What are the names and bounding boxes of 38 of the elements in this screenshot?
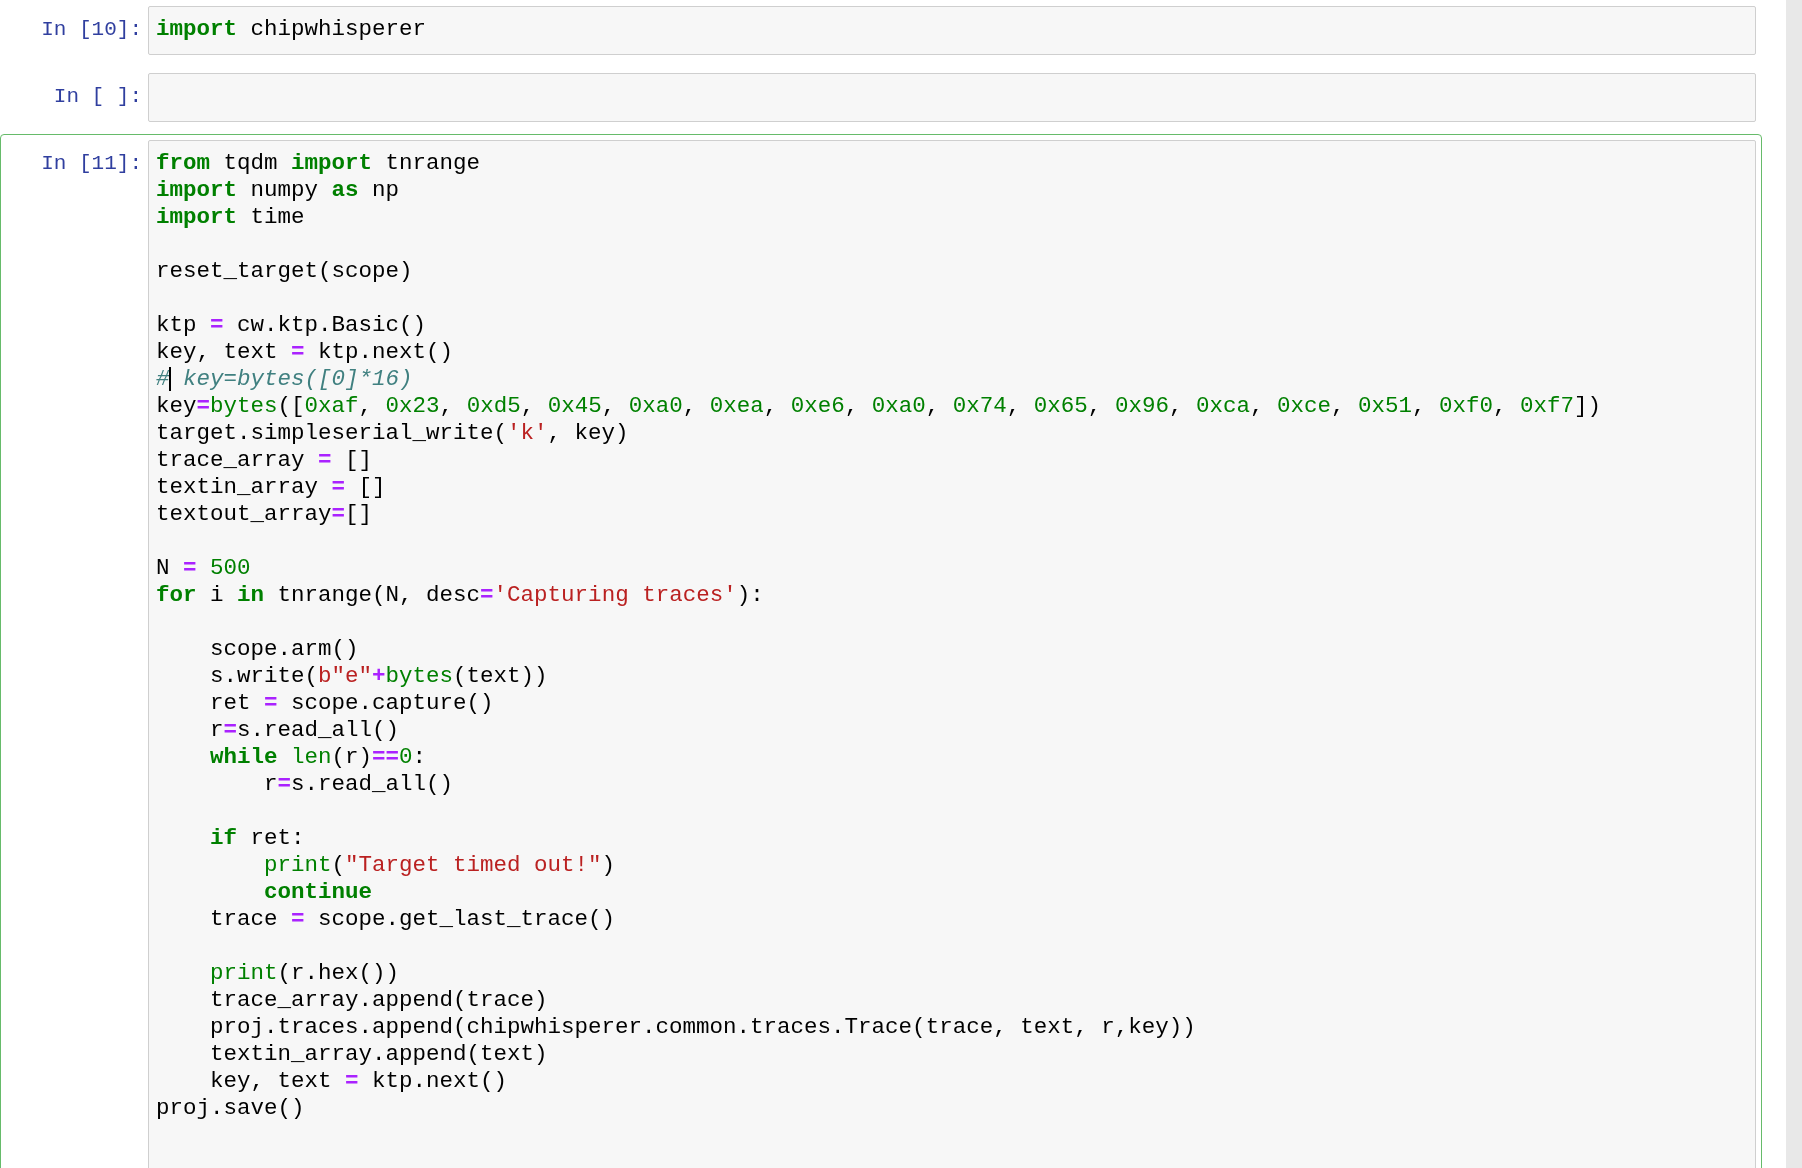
code-line: N = 500 (156, 555, 252, 582)
code-line: trace_array = [] (156, 447, 374, 474)
code-line: s.write(b"e"+bytes(text)) (209, 663, 549, 690)
code-line: if ret: (209, 825, 306, 852)
code-line: ret = scope.capture() (209, 690, 495, 717)
code-line: reset_target(scope) (156, 258, 414, 285)
code-line: key=bytes([0xaf, 0x23, 0xd5, 0x45, 0xa0, 0xea, 0xe6, 0xa0, 0x74, 0x65, 0x96, 0xca, 0xce, 0x51, 0xf0, 0xf7]) (156, 393, 1603, 420)
code-line: print(r.hex()) (209, 960, 401, 987)
cell-prompt: In [ ]: (53, 84, 142, 110)
code-line: target.simpleserial_write('k', key) (156, 420, 630, 447)
code-line: trace = scope.get_last_trace() (209, 906, 617, 933)
code-line: r=s.read_all() (263, 771, 455, 798)
code-line: key, text = ktp.next() (209, 1068, 509, 1095)
code-line: r=s.read_all() (209, 717, 401, 744)
code-line: proj.traces.append(chipwhisperer.common.traces.Trace(trace, text, r,key)) (209, 1014, 1197, 1041)
cell-prompt: In [10]: (41, 17, 142, 43)
code-input[interactable] (148, 73, 1756, 122)
code-line: import chipwhisperer (156, 16, 428, 43)
code-line: import numpy as np (156, 177, 401, 204)
code-line: for i in tnrange(N, desc='Capturing traces'): (156, 582, 765, 609)
cell-prompt: In [11]: (41, 151, 142, 177)
code-line: print("Target timed out!") (263, 852, 617, 879)
code-line: scope.arm() (209, 636, 360, 663)
notebook-cell[interactable]: In [10]: import chipwhisperer (0, 0, 1762, 61)
notebook-cell[interactable]: In [ ]: (0, 67, 1762, 128)
code-line: from tqdm import tnrange (156, 150, 482, 177)
code-line: while len(r)==0: (209, 744, 428, 771)
code-line: textin_array = [] (156, 474, 387, 501)
code-line: # key=bytes([0]*16) (156, 366, 414, 393)
code-line: trace_array.append(trace) (209, 987, 549, 1014)
code-line: textout_array=[] (156, 501, 374, 528)
code-line: ktp = cw.ktp.Basic() (156, 312, 428, 339)
code-input[interactable]: import chipwhisperer (148, 6, 1756, 55)
code-line: continue (263, 879, 374, 906)
code-line: textin_array.append(text) (209, 1041, 549, 1068)
code-line: import time (156, 204, 306, 231)
code-line: key, text = ktp.next() (156, 339, 455, 366)
code-line: proj.save() (156, 1095, 306, 1122)
